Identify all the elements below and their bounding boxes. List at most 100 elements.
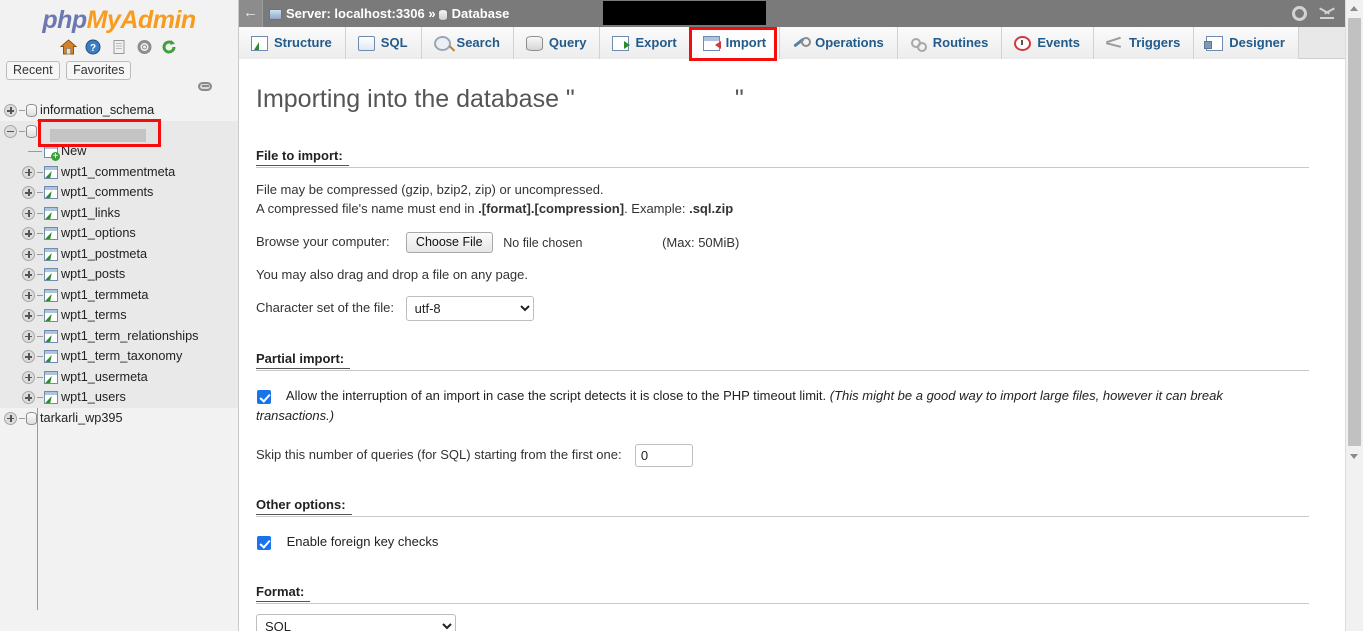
expand-icon[interactable] <box>22 350 35 364</box>
section-divider <box>256 516 1309 517</box>
expand-icon[interactable] <box>22 391 35 405</box>
tree-item-table[interactable]: wpt1_users <box>0 387 238 408</box>
expand-icon[interactable] <box>4 411 17 425</box>
expand-icon[interactable] <box>4 104 17 118</box>
expand-icon[interactable] <box>22 186 35 200</box>
charset-select[interactable]: utf-8 <box>405 296 534 321</box>
help-icon[interactable]: ? <box>85 39 102 55</box>
drag-drop-note: You may also drag and drop a file on any… <box>256 267 528 282</box>
server-breadcrumb-bar: ← Server: localhost:3306 » Database <box>239 0 1345 27</box>
highlighted-database-node[interactable] <box>38 119 161 147</box>
compression-format-token: .[format].[compression] <box>478 201 625 216</box>
tree-connector <box>37 315 43 317</box>
tree-connector <box>19 130 25 132</box>
page-title: Importing into the database " " <box>256 85 1345 114</box>
expand-icon[interactable] <box>22 309 35 323</box>
expand-icon[interactable] <box>22 247 35 261</box>
enable-foreign-key-checks-checkbox[interactable] <box>257 535 271 550</box>
settings-gear-icon[interactable] <box>136 39 153 55</box>
allow-interrupt-label: Allow the interruption of an import in c… <box>285 388 827 403</box>
table-icon <box>44 370 58 384</box>
recent-tab[interactable]: Recent <box>6 61 60 80</box>
tree-item-table[interactable]: wpt1_comments <box>0 182 238 203</box>
choose-file-button[interactable]: Choose File <box>405 232 493 253</box>
favorites-tab[interactable]: Favorites <box>66 61 132 80</box>
tab-structure[interactable]: Structure <box>239 27 346 59</box>
vertical-scrollbar[interactable] <box>1345 0 1363 631</box>
tab-designer[interactable]: Designer <box>1194 27 1299 59</box>
settings-gear-icon[interactable] <box>1292 6 1307 22</box>
tree-item-table[interactable]: wpt1_termmeta <box>0 284 238 305</box>
tab-label: SQL <box>380 35 408 50</box>
skip-queries-row: Skip this number of queries (for SQL) st… <box>256 444 1345 467</box>
home-icon[interactable] <box>59 39 77 55</box>
navigation-sidebar: phpMyAdmin ? Recent Favorites informatio… <box>0 0 239 631</box>
table-icon <box>44 350 58 364</box>
breadcrumb-server[interactable]: Server: localhost:3306 <box>286 6 425 21</box>
documentation-icon[interactable] <box>111 39 128 55</box>
collapse-up-icon[interactable] <box>1319 7 1335 21</box>
tree-item-table[interactable]: wpt1_terms <box>0 305 238 326</box>
scroll-down-arrow-icon[interactable] <box>1346 448 1363 465</box>
database-icon <box>26 104 37 118</box>
database-icon <box>437 8 448 21</box>
export-icon <box>612 36 631 52</box>
scrollbar-thumb[interactable] <box>1348 18 1361 446</box>
tab-import[interactable]: Import <box>690 27 781 59</box>
reload-icon[interactable] <box>161 39 178 55</box>
format-label: Format: <box>256 584 311 602</box>
expand-icon[interactable] <box>22 370 35 384</box>
tab-routines[interactable]: Routines <box>897 27 1003 59</box>
tree-item-table[interactable]: wpt1_links <box>0 202 238 223</box>
compression-line-2-b: . Example: <box>624 201 690 216</box>
skip-queries-input[interactable] <box>634 444 693 467</box>
breadcrumb-database[interactable]: Database <box>452 6 510 21</box>
breadcrumb-separator: » <box>428 6 436 21</box>
search-icon <box>433 36 451 52</box>
tree-item-label: wpt1_term_taxonomy <box>61 349 183 363</box>
tree-item-table[interactable]: wpt1_posts <box>0 264 238 285</box>
back-button[interactable]: ← <box>239 0 263 27</box>
tree-item-database[interactable]: tarkarli_wp395 <box>0 408 238 429</box>
table-icon <box>44 391 58 405</box>
triggers-icon <box>1106 36 1123 51</box>
allow-interrupt-checkbox[interactable] <box>257 389 271 404</box>
tree-item-table[interactable]: wpt1_options <box>0 223 238 244</box>
section-divider <box>256 167 1309 168</box>
tab-query[interactable]: Query <box>513 27 601 59</box>
tab-events[interactable]: Events <box>1002 27 1094 59</box>
tree-item-label: wpt1_options <box>61 226 136 240</box>
collapse-icon[interactable] <box>4 124 17 138</box>
tree-item-table[interactable]: wpt1_term_taxonomy <box>0 346 238 367</box>
format-select[interactable]: SQL <box>256 614 456 631</box>
expand-icon[interactable] <box>22 268 35 282</box>
tab-export[interactable]: Export <box>600 27 691 59</box>
phpmyadmin-logo[interactable]: phpMyAdmin <box>0 0 238 35</box>
tree-item-table[interactable]: wpt1_usermeta <box>0 366 238 387</box>
table-icon <box>44 247 58 261</box>
tree-item-table[interactable]: wpt1_postmeta <box>0 243 238 264</box>
tab-sql[interactable]: SQL <box>345 27 422 59</box>
tab-operations[interactable]: Operations <box>780 27 898 59</box>
tree-item-table[interactable]: wpt1_term_relationships <box>0 325 238 346</box>
tree-item-database[interactable]: information_schema <box>0 100 238 121</box>
table-icon <box>44 227 58 241</box>
sidebar-icon-row: ? <box>0 37 238 57</box>
tab-triggers[interactable]: Triggers <box>1094 27 1195 59</box>
expand-icon[interactable] <box>22 227 35 241</box>
max-upload-size: (Max: 50MiB) <box>662 235 740 250</box>
scroll-up-arrow-icon[interactable] <box>1346 0 1363 17</box>
expand-icon[interactable] <box>22 165 35 179</box>
tree-item-table[interactable]: wpt1_commentmeta <box>0 161 238 182</box>
tab-search[interactable]: Search <box>421 27 514 59</box>
link-icon[interactable] <box>198 82 212 91</box>
allow-interrupt-row: Allow the interruption of an import in c… <box>256 386 1266 426</box>
expand-icon[interactable] <box>22 288 35 302</box>
logo-admin: Admin <box>120 6 196 34</box>
tree-item-label: wpt1_commentmeta <box>61 164 176 179</box>
tree-connector <box>37 294 43 296</box>
expand-icon[interactable] <box>22 206 35 220</box>
expand-icon[interactable] <box>22 329 35 343</box>
browse-label: Browse your computer: <box>256 233 390 249</box>
events-icon <box>1014 36 1032 52</box>
